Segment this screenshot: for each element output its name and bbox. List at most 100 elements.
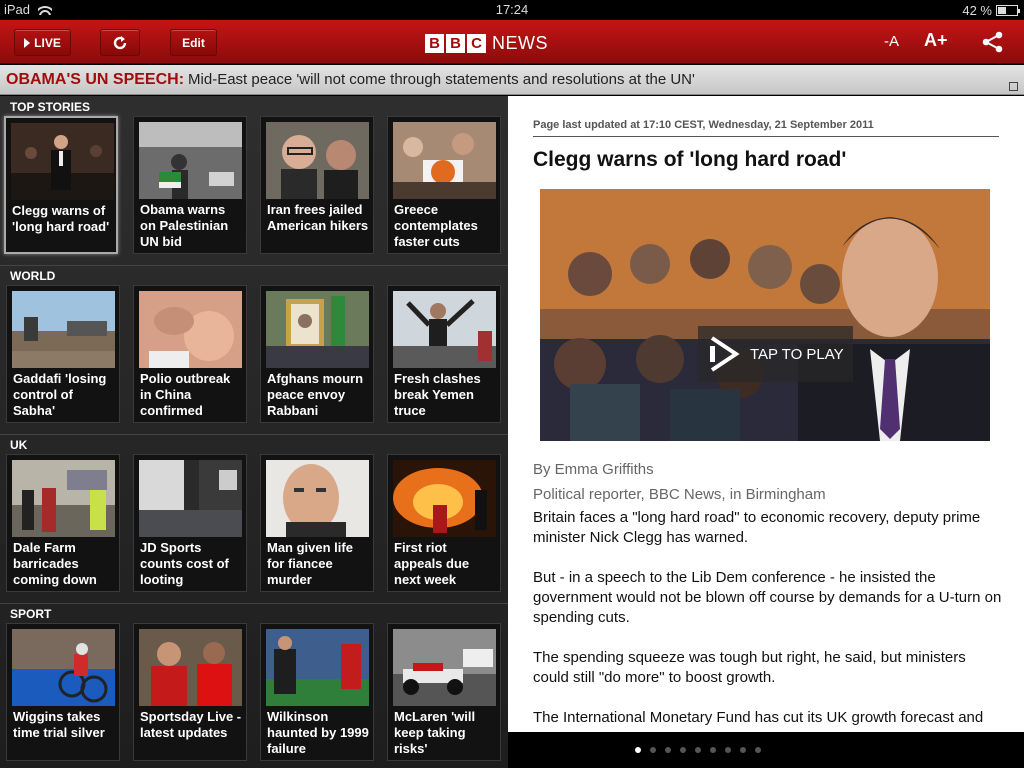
article-headline: Clegg warns of 'long hard road' (533, 148, 847, 171)
page-dot[interactable] (695, 747, 701, 753)
last-updated: Page last updated at 17:10 CEST, Wednesd… (533, 119, 874, 131)
story-tile[interactable]: Man given life for fiancee murder (260, 454, 374, 592)
refresh-icon (113, 35, 127, 49)
story-caption: Obama warns on Palestinian UN bid (140, 202, 229, 249)
article-paragraph: Britain faces a "long hard road" to econ… (533, 509, 981, 546)
decrease-font-button[interactable]: -A (884, 33, 899, 50)
story-index-panel: TOP STORIES Clegg warns of 'long hard ro… (0, 96, 508, 768)
story-thumbnail (266, 460, 369, 537)
page-dot[interactable] (665, 747, 671, 753)
story-caption: Wiggins takes time trial silver (13, 709, 105, 740)
story-tile[interactable]: Sportsday Live - latest updates (133, 623, 247, 761)
divider (533, 136, 999, 137)
article-paragraph: The International Monetary Fund has cut … (533, 709, 984, 726)
logo-letter: B (425, 34, 444, 53)
section-label: TOP STORIES (10, 100, 91, 114)
story-thumbnail (139, 629, 242, 706)
top-toolbar: LIVE Edit B B C NEWS -A A+ (0, 20, 1024, 64)
refresh-button[interactable] (100, 29, 140, 56)
story-tile[interactable]: Obama warns on Palestinian UN bid (133, 116, 247, 254)
story-caption: Man given life for fiancee murder (267, 540, 353, 587)
story-tile[interactable]: Iran frees jailed American hikers (260, 116, 374, 254)
video-still (540, 189, 990, 441)
story-tile[interactable]: Afghans mourn peace envoy Rabbani (260, 285, 374, 423)
page-dot[interactable] (755, 747, 761, 753)
edit-button[interactable]: Edit (170, 29, 217, 56)
section-sport: SPORT Wiggins takes time trial silver Sp… (0, 603, 508, 768)
story-tile[interactable]: Wiggins takes time trial silver (6, 623, 120, 761)
bbc-news-logo: B B C NEWS (425, 33, 548, 54)
battery-icon (996, 5, 1020, 16)
story-tile[interactable]: JD Sports counts cost of looting (133, 454, 247, 592)
live-label: LIVE (34, 35, 61, 50)
story-tile[interactable]: Gaddafi 'losing control of Sabha' (6, 285, 120, 423)
section-top-stories: TOP STORIES Clegg warns of 'long hard ro… (0, 96, 508, 265)
story-thumbnail (12, 291, 115, 368)
video-player[interactable]: TAP TO PLAY (540, 189, 990, 441)
logo-letter: B (446, 34, 465, 53)
section-divider (0, 603, 508, 604)
story-tile[interactable]: First riot appeals due next week (387, 454, 501, 592)
story-thumbnail (139, 460, 242, 537)
story-caption: Fresh clashes break Yemen truce (394, 371, 481, 418)
story-caption: Greece contemplates faster cuts (394, 202, 478, 249)
clock: 17:24 (495, 2, 529, 17)
story-thumbnail (139, 291, 242, 368)
live-button[interactable]: LIVE (14, 29, 71, 56)
battery-percent: 42 % (962, 3, 992, 18)
section-label: SPORT (10, 607, 52, 621)
status-bar: iPad 17:24 42 % (0, 0, 1024, 20)
story-thumbnail (139, 122, 242, 199)
story-thumbnail (393, 460, 496, 537)
section-divider (0, 434, 508, 435)
story-tile[interactable]: Wilkinson haunted by 1999 failure (260, 623, 374, 761)
increase-font-button[interactable]: A+ (924, 30, 948, 51)
expand-icon[interactable] (1009, 82, 1018, 91)
story-caption: Polio outbreak in China confirmed (140, 371, 231, 418)
story-caption: Iran frees jailed American hikers (267, 202, 369, 233)
story-thumbnail (11, 123, 114, 200)
story-caption: Wilkinson haunted by 1999 failure (267, 709, 369, 756)
page-dot[interactable] (650, 747, 656, 753)
story-tile[interactable]: Fresh clashes break Yemen truce (387, 285, 501, 423)
page-dot[interactable] (725, 747, 731, 753)
story-thumbnail (266, 291, 369, 368)
ticker-text: Mid-East peace 'will not come through st… (188, 71, 695, 88)
page-dot[interactable] (740, 747, 746, 753)
story-caption: Afghans mourn peace envoy Rabbani (267, 371, 364, 418)
story-caption: Gaddafi 'losing control of Sabha' (13, 371, 107, 418)
page-dot[interactable] (680, 747, 686, 753)
story-tile[interactable]: Dale Farm barricades coming down (6, 454, 120, 592)
logo-news: NEWS (492, 33, 548, 53)
breaking-news-ticker[interactable]: OBAMA'S UN SPEECH: Mid-East peace 'will n… (0, 65, 1024, 95)
play-triangle-icon (24, 37, 31, 48)
article-panel: Page last updated at 17:10 CEST, Wednesd… (508, 96, 1024, 732)
byline: By Emma Griffiths (533, 461, 654, 478)
story-tile[interactable]: Clegg warns of 'long hard road' (4, 116, 118, 254)
page-dot[interactable] (710, 747, 716, 753)
share-icon[interactable] (981, 31, 1005, 53)
article-paragraph: But - in a speech to the Lib Dem confere… (533, 569, 1002, 626)
story-caption: McLaren 'will keep taking risks' (394, 709, 476, 756)
story-thumbnail (12, 629, 115, 706)
story-thumbnail (266, 122, 369, 199)
story-thumbnail (393, 629, 496, 706)
story-caption: Clegg warns of 'long hard road' (12, 203, 110, 234)
tap-to-play-button[interactable]: TAP TO PLAY (698, 326, 853, 382)
section-divider (0, 265, 508, 266)
story-caption: JD Sports counts cost of looting (140, 540, 229, 587)
story-tile[interactable]: Polio outbreak in China confirmed (133, 285, 247, 423)
ticker-headline: OBAMA'S UN SPEECH: (6, 71, 185, 88)
story-caption: First riot appeals due next week (394, 540, 470, 587)
story-tile[interactable]: Greece contemplates faster cuts (387, 116, 501, 254)
logo-letter: C (467, 34, 486, 53)
story-tile[interactable]: McLaren 'will keep taking risks' (387, 623, 501, 761)
story-thumbnail (266, 629, 369, 706)
tap-to-play-label: TAP TO PLAY (750, 345, 844, 363)
author-role: Political reporter, BBC News, in Birming… (533, 486, 826, 503)
page-indicator[interactable] (508, 732, 1024, 768)
page-dot[interactable] (635, 747, 641, 753)
article-body: Britain faces a "long hard road" to econ… (533, 508, 1003, 732)
section-world: WORLD Gaddafi 'losing control of Sabha' … (0, 265, 508, 434)
story-caption: Sportsday Live - latest updates (140, 709, 242, 740)
